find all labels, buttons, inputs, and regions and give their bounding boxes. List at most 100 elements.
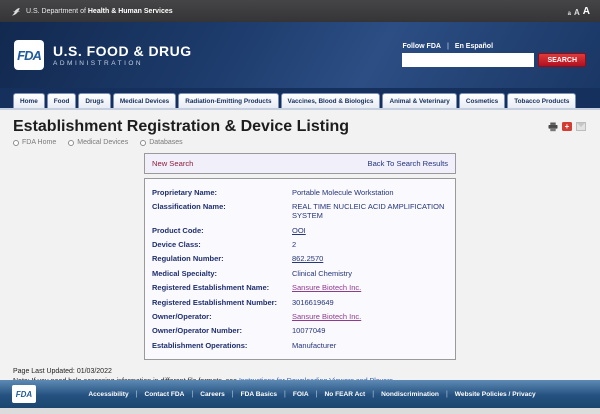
row-value: REAL TIME NUCLEIC ACID AMPLIFICATION SYS…: [292, 202, 448, 221]
table-row: Proprietary Name: Portable Molecule Works…: [152, 185, 448, 199]
primary-nav: HomeFoodDrugsMedical DevicesRadiation-Em…: [0, 88, 600, 110]
footer-link-separator: |: [136, 391, 138, 398]
row-value-link[interactable]: 862.2570: [292, 254, 323, 263]
footer-link-separator: |: [372, 391, 374, 398]
fda-logo[interactable]: FDA: [14, 40, 44, 70]
row-value: Manufacturer: [292, 341, 448, 350]
nav-tab-cosmetics[interactable]: Cosmetics: [459, 93, 505, 108]
row-label: Regulation Number:: [152, 254, 286, 263]
footer-link-separator: |: [316, 391, 318, 398]
font-size-control-2[interactable]: A: [583, 6, 590, 17]
table-row: Owner/Operator Number: 10077049: [152, 324, 448, 338]
row-value-link[interactable]: Sansure Biotech Inc.: [292, 283, 361, 292]
footer-links: Accessibility | Contact FDA | Careers | FDA Ba…: [36, 391, 588, 398]
footer-link-fda-basics[interactable]: FDA Basics: [241, 391, 277, 398]
nav-tab-radiation-emitting-products[interactable]: Radiation-Emitting Products: [178, 93, 278, 108]
page-last-updated: Page Last Updated: 01/03/2022: [13, 367, 587, 378]
en-espanol-link[interactable]: En Español: [455, 43, 493, 50]
hhs-dept-name: Health & Human Services: [88, 8, 173, 15]
row-label: Classification Name:: [152, 202, 286, 221]
table-row: Owner/Operator: Sansure Biotech Inc.: [152, 309, 448, 323]
footer-link-website-policies-privacy[interactable]: Website Policies / Privacy: [455, 391, 536, 398]
font-size-controls: aAA: [568, 6, 590, 17]
row-label: Registered Establishment Number:: [152, 298, 286, 307]
nav-tab-medical-devices[interactable]: Medical Devices: [113, 93, 176, 108]
bottom-strip: [0, 408, 600, 414]
new-search-link[interactable]: New Search: [152, 159, 193, 168]
fda-header-title: U.S. FOOD & DRUG ADMINISTRATION: [53, 43, 192, 67]
table-row: Regulation Number: 862.2570: [152, 252, 448, 266]
row-value: 862.2570: [292, 254, 448, 263]
back-to-search-results-link[interactable]: Back To Search Results: [368, 159, 448, 168]
font-size-control-1[interactable]: A: [574, 8, 580, 17]
footer-link-no-fear-act[interactable]: No FEAR Act: [324, 391, 365, 398]
footer-link-separator: |: [284, 391, 286, 398]
breadcrumb: FDA Home Medical Devices Databases: [13, 139, 587, 146]
row-value: 2: [292, 240, 448, 249]
table-row: Establishment Operations: Manufacturer: [152, 338, 448, 352]
footer-fda-logo[interactable]: FDA: [12, 385, 36, 403]
breadcrumb-dot-icon: [13, 140, 19, 146]
row-label: Medical Specialty:: [152, 269, 286, 278]
breadcrumb-label: Medical Devices: [77, 139, 128, 146]
device-detail-table: Proprietary Name: Portable Molecule Works…: [144, 178, 456, 360]
nav-tab-drugs[interactable]: Drugs: [78, 93, 110, 108]
table-row: Registered Establishment Number: 30166196…: [152, 295, 448, 309]
fda-title-line1: U.S. FOOD & DRUG: [53, 43, 192, 59]
nav-tab-tobacco-products[interactable]: Tobacco Products: [507, 93, 576, 108]
follow-fda-link[interactable]: Follow FDA: [402, 43, 441, 50]
breadcrumb-dot-icon: [140, 140, 146, 146]
header-right-tools: Follow FDA | En Español SEARCH: [402, 43, 586, 67]
main-content: Establishment Registration & Device List…: [0, 110, 600, 360]
page-action-icons: +: [548, 122, 586, 131]
row-label: Owner/Operator Number:: [152, 326, 286, 335]
hhs-eagle-icon: [10, 6, 21, 17]
table-row: Classification Name: REAL TIME NUCLEIC AC…: [152, 199, 448, 223]
print-icon[interactable]: [548, 122, 558, 131]
row-value: Portable Molecule Workstation: [292, 188, 448, 197]
footer-link-careers[interactable]: Careers: [200, 391, 225, 398]
row-label: Proprietary Name:: [152, 188, 286, 197]
footer-link-separator: |: [446, 391, 448, 398]
panel-header: New Search Back To Search Results: [144, 153, 456, 174]
table-row: Medical Specialty:Clinical Chemistry: [152, 266, 448, 280]
row-label: Device Class:: [152, 240, 286, 249]
device-detail-panel: New Search Back To Search Results Propri…: [144, 153, 456, 360]
share-icon[interactable]: +: [562, 122, 572, 131]
footer-link-contact-fda[interactable]: Contact FDA: [144, 391, 184, 398]
table-row: Device Class: 2: [152, 238, 448, 252]
nav-tab-food[interactable]: Food: [47, 93, 77, 108]
row-label: Owner/Operator:: [152, 312, 286, 321]
search-button[interactable]: SEARCH: [538, 53, 586, 67]
footer-bar: FDA Accessibility | Contact FDA | Careers | FD…: [0, 380, 600, 408]
hhs-top-bar: U.S. Department of Health & Human Servic…: [0, 0, 600, 22]
row-label: Establishment Operations:: [152, 341, 286, 350]
row-value-link[interactable]: Sansure Biotech Inc.: [292, 312, 361, 321]
header-link-separator: |: [447, 43, 449, 50]
footer-link-foia[interactable]: FOIA: [293, 391, 309, 398]
email-icon[interactable]: [576, 122, 586, 131]
breadcrumb-label: Databases: [149, 139, 182, 146]
breadcrumb-label: FDA Home: [22, 139, 56, 146]
row-value-link[interactable]: OOI: [292, 226, 306, 235]
breadcrumb-item-databases[interactable]: Databases: [140, 139, 182, 146]
footer-link-nondiscrimination[interactable]: Nondiscrimination: [381, 391, 439, 398]
fda-device-listing-page: U.S. Department of Health & Human Servic…: [0, 0, 600, 414]
table-row: Registered Establishment Name:Sansure Bi…: [152, 281, 448, 295]
fda-header: FDA U.S. FOOD & DRUG ADMINISTRATION Foll…: [0, 22, 600, 88]
font-size-control-0[interactable]: a: [568, 11, 571, 17]
page-title: Establishment Registration & Device List…: [13, 118, 587, 136]
row-value: 3016619649: [292, 298, 448, 307]
breadcrumb-dot-icon: [68, 140, 74, 146]
row-value: 10077049: [292, 326, 448, 335]
nav-tab-animal-veterinary[interactable]: Animal & Veterinary: [382, 93, 456, 108]
nav-tab-home[interactable]: Home: [13, 93, 45, 108]
nav-tab-vaccines-blood-biologics[interactable]: Vaccines, Blood & Biologics: [281, 93, 381, 108]
breadcrumb-item-medical-devices[interactable]: Medical Devices: [68, 139, 128, 146]
hhs-dept-prefix: U.S. Department of: [26, 8, 86, 15]
search-input[interactable]: [402, 53, 534, 67]
breadcrumb-item-fda-home[interactable]: FDA Home: [13, 139, 56, 146]
footer-link-separator: |: [232, 391, 234, 398]
footer-link-accessibility[interactable]: Accessibility: [88, 391, 128, 398]
hhs-dept-link[interactable]: U.S. Department of Health & Human Servic…: [10, 6, 173, 17]
